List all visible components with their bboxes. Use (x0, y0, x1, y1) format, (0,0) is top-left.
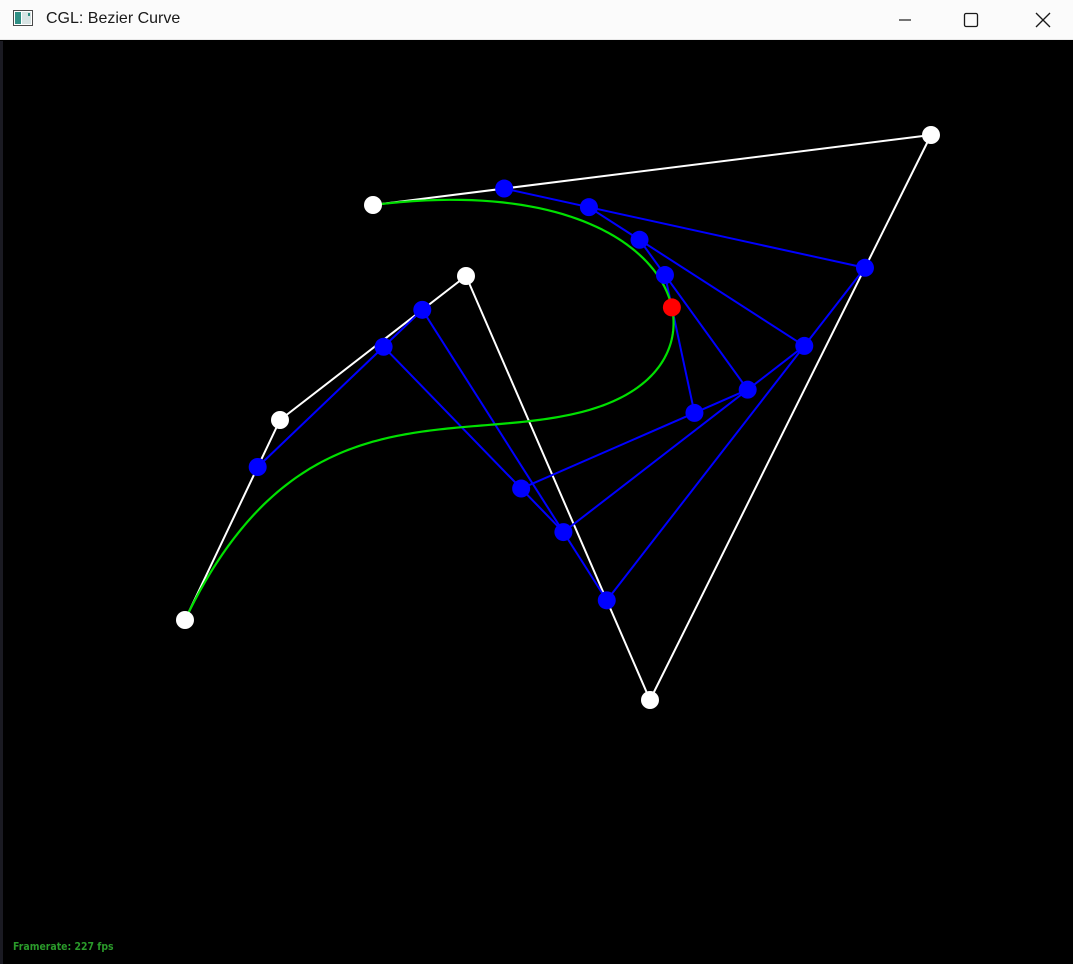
bezier-canvas[interactable] (0, 0, 1073, 964)
intermediate-point (855, 258, 874, 277)
intermediate-point (655, 266, 674, 285)
control-point[interactable] (364, 196, 382, 214)
app-window: CGL: Bezier Curve Framerate: 227 fps (0, 0, 1073, 964)
intermediate-point (738, 380, 757, 399)
intermediate-point (597, 591, 616, 610)
intermediate-point (512, 479, 531, 498)
control-point[interactable] (271, 411, 289, 429)
intermediate-polyline (382, 206, 806, 534)
intermediate-point (630, 230, 649, 249)
intermediate-polyline (520, 239, 749, 490)
control-point[interactable] (176, 611, 194, 629)
control-point[interactable] (457, 267, 475, 285)
evaluated-point (662, 298, 681, 317)
control-point[interactable] (922, 126, 940, 144)
intermediate-point (685, 403, 704, 422)
intermediate-point (413, 300, 432, 319)
bezier-curve (184, 198, 675, 621)
intermediate-point (554, 523, 573, 542)
intermediate-point (495, 179, 514, 198)
intermediate-point (579, 198, 598, 217)
framerate-label: Framerate: 227 fps (13, 940, 114, 953)
intermediate-point (795, 336, 814, 355)
intermediate-point (374, 337, 393, 356)
control-point[interactable] (641, 691, 659, 709)
intermediate-point (248, 458, 267, 476)
